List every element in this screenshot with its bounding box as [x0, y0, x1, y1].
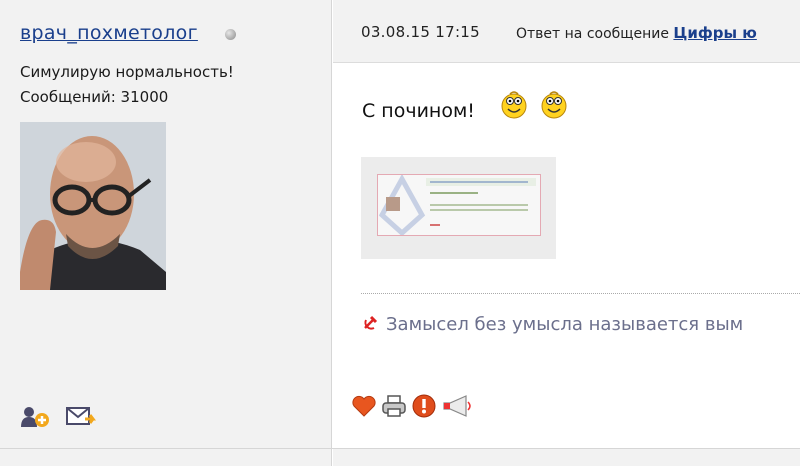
signature-text: Замысел без умысла называется вым: [386, 314, 744, 335]
post-message: С почином!: [362, 100, 475, 122]
user-title: Симулирую нормальность!: [20, 63, 234, 81]
thumbnail-preview: [377, 173, 541, 237]
smile-icon: [501, 91, 527, 119]
report-icon[interactable]: [410, 392, 438, 420]
offline-status-icon: [225, 29, 236, 40]
signature-separator: [361, 293, 800, 294]
avatar[interactable]: [20, 122, 166, 290]
post-count: Сообщений: 31000: [20, 88, 169, 106]
signature: Замысел без умысла называется вым: [362, 314, 743, 335]
attachment-thumbnail[interactable]: [361, 157, 556, 259]
hammer-sickle-icon: [364, 315, 378, 330]
post-date: 03.08.15 17:15: [361, 23, 480, 41]
reply-to: Ответ на сообщение Цифры ю: [516, 24, 757, 42]
send-message-icon[interactable]: [66, 405, 98, 429]
add-friend-icon[interactable]: [20, 405, 52, 429]
next-post-right-stub: [333, 449, 800, 466]
like-heart-icon[interactable]: [350, 392, 378, 420]
megaphone-icon[interactable]: [440, 392, 474, 420]
next-post-left-stub: [0, 449, 332, 466]
reply-prefix: Ответ на сообщение: [516, 26, 669, 42]
post-header: 03.08.15 17:15 Ответ на сообщение Цифры …: [333, 0, 800, 63]
print-icon[interactable]: [380, 392, 408, 420]
author-link[interactable]: врач_похметолог: [20, 22, 198, 44]
reply-link[interactable]: Цифры ю: [673, 24, 756, 42]
user-info-panel: врач_похметолог Симулирую нормальность! …: [0, 0, 332, 466]
smile-icon: [541, 91, 567, 119]
